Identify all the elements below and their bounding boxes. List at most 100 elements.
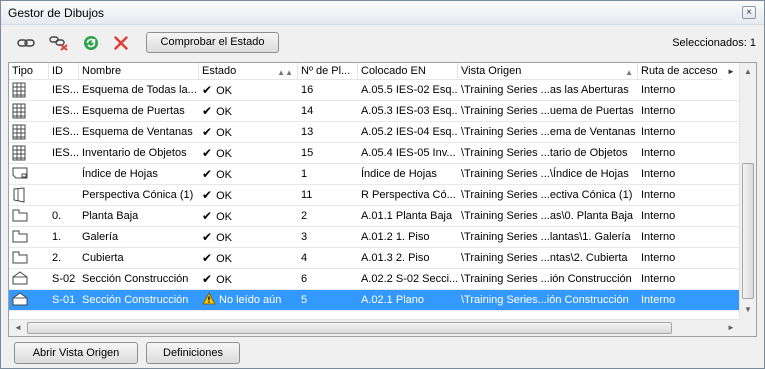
table-row[interactable]: 1. Galería ✔ OK 3 A.01.2 1. Piso \Training Ser… <box>9 227 742 248</box>
cell-path: Interno <box>641 210 676 222</box>
schedule-icon <box>9 80 49 100</box>
cell-placed-in: A.05.3 IES-03 Esq... <box>361 105 458 117</box>
cell-placed-in: A.02.2 S-02 Secci... <box>361 273 458 285</box>
cell-path: Interno <box>641 105 676 117</box>
status-cell: ✔ OK <box>199 206 298 226</box>
section-icon <box>9 290 49 310</box>
cell-source-view: \Training Series ...ectiva Cónica (1) <box>461 189 633 201</box>
cell-sheets: 2 <box>301 210 308 222</box>
table-row[interactable]: IES... Esquema de Ventanas ✔ OK 13 A.05.2 IES… <box>9 122 742 143</box>
sort-arrow-icon: ▲ <box>625 68 633 77</box>
column-header-tipo[interactable]: Tipo <box>9 63 49 80</box>
scroll-right-icon[interactable]: ► <box>723 320 739 336</box>
table-row[interactable]: S-02 Sección Construcción ✔ OK 6 A.02.2 S-02 … <box>9 269 742 290</box>
checkmark-icon: ✔ <box>202 230 213 244</box>
status-cell: ✔ OK <box>199 143 298 163</box>
table-row[interactable]: IES... Esquema de Puertas ✔ OK 14 A.05.3 IES-… <box>9 101 742 122</box>
close-button[interactable]: × <box>742 6 756 19</box>
cell-id: S-02 <box>52 273 76 285</box>
scroll-left-icon[interactable]: ◄ <box>10 320 26 336</box>
cell-source-view: \Training Series ...as las Aberturas <box>461 84 629 96</box>
cell-name: Esquema de Ventanas <box>82 126 193 138</box>
cell-sheets: 5 <box>301 294 308 306</box>
warning-icon <box>202 292 216 310</box>
status-cell: ✔ OK <box>199 227 298 247</box>
cell-sheets: 11 <box>301 189 313 201</box>
horizontal-scroll-thumb[interactable] <box>27 322 672 334</box>
checkmark-icon: ✔ <box>202 167 213 181</box>
scroll-up-icon[interactable]: ▲ <box>740 64 756 80</box>
open-source-view-button[interactable]: Abrir Vista Origen <box>14 342 138 364</box>
cell-id <box>49 185 79 205</box>
cell-placed-in: A.05.5 IES-02 Esq... <box>361 84 458 96</box>
checkmark-icon: ✔ <box>202 272 213 286</box>
column-header-label: Estado <box>202 65 237 77</box>
cell-id: 2. <box>52 252 62 264</box>
cell-id: 1. <box>52 231 62 243</box>
cell-placed-in: A.01.1 Planta Baja <box>361 210 453 222</box>
column-header-colocado[interactable]: Colocado EN <box>358 63 458 80</box>
cell-placed-in: A.05.2 IES-04 Esq... <box>361 126 458 138</box>
scroll-down-icon[interactable]: ▼ <box>740 302 756 318</box>
checkmark-icon: ✔ <box>202 146 213 160</box>
table-row[interactable]: Perspectiva Cónica (1) ✔ OK 11 R Perspectiva… <box>9 185 742 206</box>
delete-icon[interactable] <box>110 33 132 53</box>
cell-id: IES... <box>52 126 79 138</box>
column-header-vista[interactable]: Vista Origen ▲ <box>458 63 638 80</box>
cell-source-view: \Training Series ...lantas\1. Galería <box>461 231 631 243</box>
link-icon[interactable] <box>15 33 37 53</box>
column-header-estado[interactable]: Estado ▲▲ <box>199 63 298 80</box>
status-text: OK <box>216 106 232 118</box>
status-cell: ✔ OK <box>199 122 298 142</box>
cell-path: Interno <box>641 168 676 180</box>
column-header-label: ID <box>52 65 63 77</box>
cell-path: Interno <box>641 147 676 159</box>
column-header-label: Tipo <box>12 65 33 77</box>
status-cell: ✔ OK <box>199 248 298 268</box>
table-row[interactable]: 0. Planta Baja ✔ OK 2 A.01.1 Planta Baja \Trai… <box>9 206 742 227</box>
table-row[interactable]: IES... Esquema de Todas la... ✔ OK 16 A.05.5 … <box>9 80 742 101</box>
cell-id: S-01 <box>52 294 76 306</box>
column-header-nombre[interactable]: Nombre <box>79 63 199 80</box>
cell-placed-in: A.01.3 2. Piso <box>361 252 430 264</box>
cell-name: Perspectiva Cónica (1) <box>82 189 194 201</box>
floor-plan-icon <box>9 248 49 268</box>
cell-placed-in: Índice de Hojas <box>361 168 437 180</box>
sheet-index-icon <box>9 164 49 184</box>
table-row[interactable]: IES... Inventario de Objetos ✔ OK 15 A.05.4 I… <box>9 143 742 164</box>
check-status-button[interactable]: Comprobar el Estado <box>146 32 279 53</box>
cell-name: Esquema de Puertas <box>82 105 185 117</box>
cell-path: Interno <box>641 273 676 285</box>
cell-name: Cubierta <box>82 252 124 264</box>
checkmark-icon: ✔ <box>202 125 213 139</box>
floor-plan-icon <box>9 227 49 247</box>
cell-placed-in: A.05.4 IES-05 Inv... <box>361 147 456 159</box>
cell-source-view: \Training Series ...uema de Puertas <box>461 105 634 117</box>
column-header-planos[interactable]: Nº de Pl... <box>298 63 358 80</box>
cell-path: Interno <box>641 252 676 264</box>
unlink-icon[interactable] <box>48 33 70 53</box>
horizontal-scrollbar[interactable]: ◄ ► <box>9 319 740 336</box>
status-text: OK <box>216 190 232 202</box>
status-cell: ✔ OK <box>199 164 298 184</box>
definitions-button[interactable]: Definiciones <box>146 342 240 364</box>
cell-source-view: \Training Series ...ema de Ventanas <box>461 126 636 138</box>
table-row[interactable]: Índice de Hojas ✔ OK 1 Índice de Hojas \Train… <box>9 164 742 185</box>
cell-source-view: \Training Series ...as\0. Planta Baja <box>461 210 634 222</box>
header-scroll-right-icon[interactable]: ► <box>723 63 739 80</box>
status-text: OK <box>216 85 232 97</box>
status-text: OK <box>216 253 232 265</box>
refresh-icon[interactable] <box>80 33 102 53</box>
table-row[interactable]: S-01 Sección Construcción No leído aún 5 A.0… <box>9 290 742 311</box>
vertical-scroll-thumb[interactable] <box>742 163 754 299</box>
vertical-scrollbar[interactable]: ▲ ▼ <box>739 63 756 319</box>
drawing-manager-window: Gestor de Dibujos × Comprobar el Estado … <box>0 0 765 369</box>
table-row[interactable]: 2. Cubierta ✔ OK 4 A.01.3 2. Piso \Training Se… <box>9 248 742 269</box>
title-bar[interactable]: Gestor de Dibujos × <box>1 1 764 25</box>
cell-name: Galería <box>82 231 119 243</box>
cell-path: Interno <box>641 294 676 306</box>
column-header-label: Ruta de acceso <box>641 65 718 77</box>
column-header-label: Nº de Pl... <box>301 65 351 77</box>
column-header-id[interactable]: ID <box>49 63 79 80</box>
toolbar: Comprobar el Estado Seleccionados: 1 <box>1 29 764 59</box>
